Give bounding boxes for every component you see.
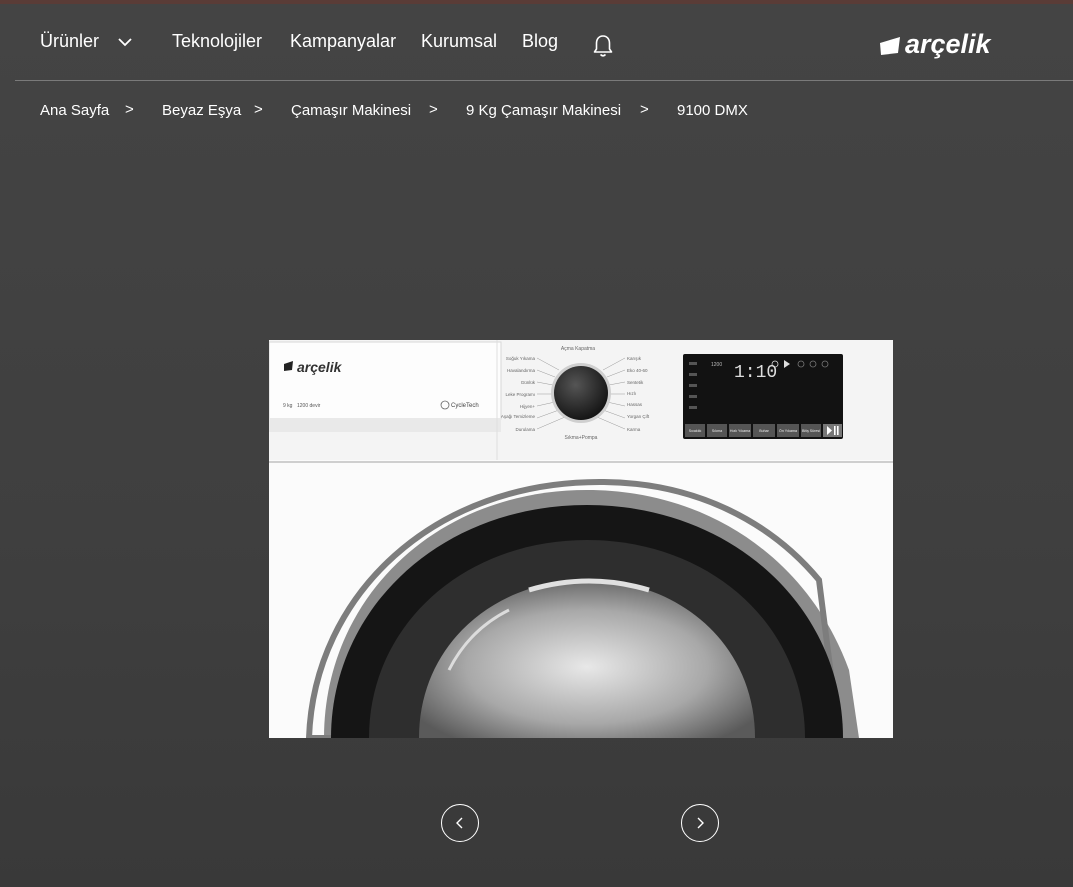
svg-text:Durulama: Durulama <box>515 427 535 432</box>
speed-text: 1200 devir <box>297 403 321 409</box>
display-time: 1:10 <box>734 363 777 383</box>
svg-text:Hijyen+: Hijyen+ <box>520 404 536 409</box>
breadcrumb-current: 9100 DMX <box>677 102 748 119</box>
svg-text:Hızlı Yıkama: Hızlı Yıkama <box>730 429 750 433</box>
svg-text:Eko 40-60: Eko 40-60 <box>627 368 648 373</box>
breadcrumb-separator: > <box>254 101 263 118</box>
main-nav: Ürünler Teknolojiler Kampanyalar Kurumsa… <box>0 4 1073 80</box>
machine-brand-text: arçelik <box>297 359 343 375</box>
svg-text:Açma Kapatma: Açma Kapatma <box>561 346 595 352</box>
svg-text:Sıcaklık: Sıcaklık <box>689 429 702 433</box>
breadcrumb-separator: > <box>640 101 649 118</box>
svg-text:Leke Programı: Leke Programı <box>505 392 535 397</box>
chevron-right-icon <box>697 817 704 829</box>
svg-text:Karışık: Karışık <box>627 356 642 361</box>
breadcrumb-white-goods[interactable]: Beyaz Eşya <box>162 102 241 119</box>
nav-divider <box>15 80 1073 81</box>
svg-text:Karma: Karma <box>627 427 641 432</box>
chevron-down-icon <box>118 38 132 47</box>
svg-text:Soğuk Yıkama: Soğuk Yıkama <box>506 356 536 361</box>
svg-text:Bitiş Süresi: Bitiş Süresi <box>802 429 820 433</box>
carousel-next-button[interactable] <box>681 804 719 842</box>
breadcrumb-home[interactable]: Ana Sayfa <box>40 102 109 119</box>
svg-text:Aşağı Temizleme: Aşağı Temizleme <box>501 414 536 419</box>
chevron-left-icon <box>456 817 463 829</box>
nav-technologies[interactable]: Teknolojiler <box>172 31 262 52</box>
nav-products-label: Ürünler <box>40 31 100 51</box>
nav-corporate[interactable]: Kurumsal <box>421 31 497 52</box>
svg-text:Günlük: Günlük <box>521 380 536 385</box>
carousel-prev-button[interactable] <box>441 804 479 842</box>
svg-text:Sıkma: Sıkma <box>712 429 722 433</box>
logo-text: arçelik <box>905 29 993 59</box>
svg-text:Ön Yıkama: Ön Yıkama <box>779 429 797 433</box>
nav-campaigns[interactable]: Kampanyalar <box>290 31 396 52</box>
capacity-text: 9 kg <box>283 403 293 409</box>
nav-blog[interactable]: Blog <box>522 31 558 52</box>
svg-text:1200: 1200 <box>711 362 722 368</box>
breadcrumb-9kg[interactable]: 9 Kg Çamaşır Makinesi <box>466 102 621 119</box>
bell-icon[interactable] <box>592 34 614 58</box>
svg-text:Sentetik: Sentetik <box>627 380 644 385</box>
svg-text:Buhar: Buhar <box>759 429 769 433</box>
arcelik-logo[interactable]: arçelik <box>878 29 1003 65</box>
svg-text:Havalandırma: Havalandırma <box>507 368 536 373</box>
breadcrumb-separator: > <box>429 101 438 118</box>
nav-products[interactable]: Ürünler <box>40 31 132 52</box>
svg-text:Hassas: Hassas <box>627 402 643 407</box>
breadcrumb-separator: > <box>125 101 134 118</box>
cycletech-badge: CycleTech <box>451 403 479 409</box>
svg-text:Sıkma+Pompa: Sıkma+Pompa <box>565 435 598 441</box>
breadcrumb-washing-machine[interactable]: Çamaşır Makinesi <box>291 102 411 119</box>
svg-text:Yorgan Çift: Yorgan Çift <box>627 414 650 419</box>
product-image: arçelik 9 kg 1200 devir CycleTech Açma K… <box>269 340 893 738</box>
svg-text:Hızlı: Hızlı <box>627 391 636 396</box>
